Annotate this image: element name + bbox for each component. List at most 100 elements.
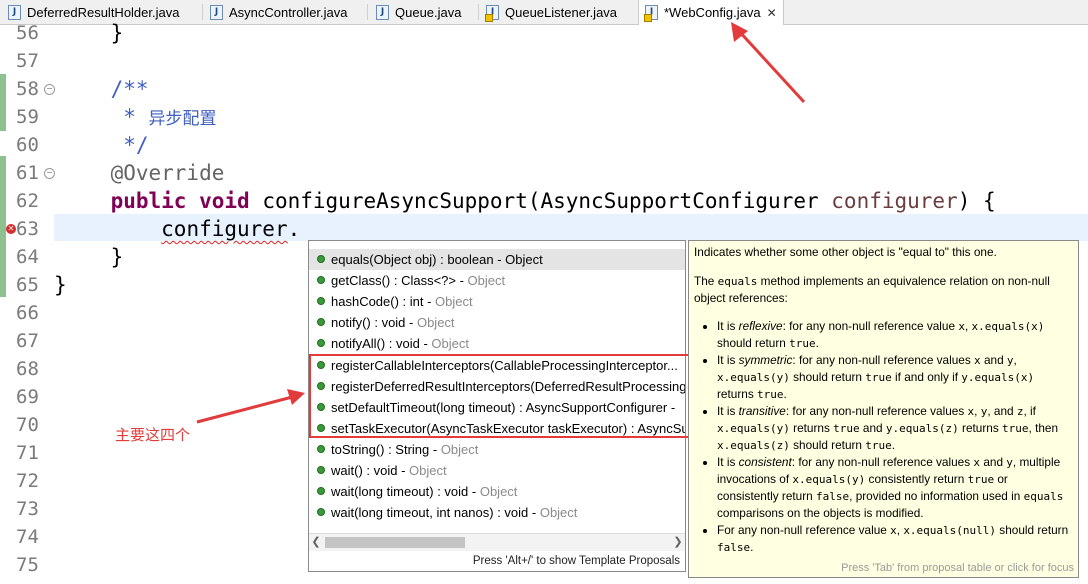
public-method-icon bbox=[317, 382, 325, 390]
comment-chinese-text: 异步配置 bbox=[148, 109, 217, 129]
fold-toggle-icon[interactable]: − bbox=[44, 168, 55, 179]
error-variable: configurer bbox=[161, 217, 288, 241]
line-number: 69 bbox=[16, 386, 39, 408]
line-number: 61 bbox=[16, 162, 39, 184]
line-number: 63 bbox=[16, 218, 39, 240]
proposal-item[interactable]: getClass() : Class<?> - Object bbox=[309, 270, 685, 291]
public-method-icon bbox=[317, 445, 325, 453]
line-number: 58 bbox=[16, 78, 39, 100]
code-line-comment[interactable]: */ bbox=[60, 131, 148, 159]
doc-focus-hint: Press 'Tab' from proposal table or click… bbox=[841, 562, 1074, 574]
doc-bullet-null: For any non-null reference value x, x.eq… bbox=[717, 522, 1071, 556]
code-line-current[interactable]: configurer. bbox=[60, 215, 300, 243]
public-method-icon bbox=[317, 424, 325, 432]
proposal-owner: Object bbox=[431, 336, 469, 351]
horizontal-scrollbar[interactable]: ❮ ❯ bbox=[309, 533, 685, 551]
line-number: 74 bbox=[16, 526, 39, 548]
arrow-head-tab bbox=[731, 22, 748, 42]
proposal-item[interactable]: toString() : String - Object bbox=[309, 439, 685, 460]
public-method-icon bbox=[317, 339, 325, 347]
line-number: 60 bbox=[16, 134, 39, 156]
line-number: 56 bbox=[16, 22, 39, 44]
proposal-label: wait() : void - bbox=[331, 463, 410, 478]
code-line-annotation[interactable]: @Override bbox=[60, 159, 225, 187]
fold-toggle-icon[interactable]: − bbox=[44, 84, 55, 95]
public-method-icon bbox=[317, 276, 325, 284]
proposal-item[interactable]: wait() : void - Object bbox=[309, 460, 685, 481]
content-assist-popup[interactable]: equals(Object obj) : boolean - Object ge… bbox=[308, 240, 686, 572]
code-line[interactable]: } bbox=[54, 271, 67, 299]
comment-star: * bbox=[60, 105, 149, 129]
tab-label: DeferredResultHolder.java bbox=[27, 4, 180, 20]
tab-label: AsyncController.java bbox=[229, 4, 348, 20]
tab-label: QueueListener.java bbox=[505, 4, 618, 20]
proposal-item[interactable]: equals(Object obj) : boolean - Object bbox=[309, 249, 685, 270]
doc-paragraph: The equals method implements an equivale… bbox=[694, 274, 1050, 305]
proposal-item[interactable]: registerDeferredResultInterceptors(Defer… bbox=[309, 376, 685, 397]
line-number: 62 bbox=[16, 190, 39, 212]
public-method-icon bbox=[317, 403, 325, 411]
proposal-owner: Object bbox=[539, 505, 578, 520]
proposal-label: wait(long timeout, int nanos) : void - bbox=[331, 505, 540, 520]
proposal-label: hashCode() : int - bbox=[331, 294, 436, 309]
proposal-item[interactable]: hashCode() : int - Object bbox=[309, 291, 685, 312]
line-number: 73 bbox=[16, 498, 39, 520]
javadoc-hover[interactable]: Indicates whether some other object is "… bbox=[688, 240, 1079, 578]
arrow-head-proposals bbox=[287, 389, 305, 405]
proposal-owner: Object bbox=[409, 463, 447, 478]
proposal-owner: Object bbox=[440, 442, 479, 457]
public-method-icon bbox=[317, 255, 325, 263]
code-line-comment[interactable]: * 异步配置 bbox=[60, 103, 217, 131]
public-method-icon bbox=[317, 297, 325, 305]
line-number: 71 bbox=[16, 442, 39, 464]
doc-properties-list: It is reflexive: for any non-null refere… bbox=[689, 318, 1071, 556]
proposal-owner: Object bbox=[467, 273, 506, 288]
tab-queue-listener[interactable]: J QueueListener.java bbox=[485, 0, 618, 24]
proposal-item[interactable]: setDefaultTimeout(long timeout) : AsyncS… bbox=[309, 397, 685, 418]
doc-summary: Indicates whether some other object is "… bbox=[694, 245, 997, 259]
java-file-warning-icon: J bbox=[644, 5, 658, 22]
scroll-right-icon[interactable]: ❯ bbox=[671, 534, 685, 551]
scroll-left-icon[interactable]: ❮ bbox=[309, 534, 323, 551]
annotation-note: 主要这四个 bbox=[115, 426, 191, 444]
tab-queue[interactable]: J Queue.java bbox=[376, 0, 462, 24]
code-line-comment[interactable]: /** bbox=[60, 75, 149, 103]
doc-bullet-symmetric: It is symmetric: for any non-null refere… bbox=[717, 352, 1071, 403]
method-declaration: configureAsyncSupport(AsyncSupportConfig… bbox=[262, 189, 832, 213]
keyword-void: void bbox=[199, 189, 250, 213]
tab-label: *WebConfig.java bbox=[664, 5, 761, 20]
tab-web-config[interactable]: J *WebConfig.java ✕ bbox=[638, 0, 784, 25]
dot-operator: . bbox=[287, 217, 301, 241]
line-number: 67 bbox=[16, 330, 39, 352]
scrollbar-thumb[interactable] bbox=[325, 537, 465, 548]
proposal-item[interactable]: wait(long timeout) : void - Object bbox=[309, 481, 685, 502]
line-number: 75 bbox=[16, 554, 39, 576]
public-method-icon bbox=[317, 508, 325, 516]
java-file-warning-icon: J bbox=[485, 4, 499, 22]
proposal-item[interactable]: notify() : void - Object bbox=[309, 312, 685, 333]
close-tab-icon[interactable]: ✕ bbox=[767, 6, 777, 20]
line-number: 68 bbox=[16, 358, 39, 380]
proposal-owner: Object bbox=[416, 315, 455, 330]
proposal-label: registerCallableInterceptors(CallablePro… bbox=[331, 358, 678, 373]
proposal-item[interactable]: registerCallableInterceptors(CallablePro… bbox=[309, 355, 685, 376]
line-number: 66 bbox=[16, 302, 39, 324]
doc-bullet-consistent: It is consistent: for any non-null refer… bbox=[717, 454, 1071, 522]
editor-tab-bar: J DeferredResultHolder.java J AsyncContr… bbox=[0, 0, 1088, 25]
code-line[interactable]: } bbox=[60, 243, 124, 271]
code-line-method-signature[interactable]: public void configureAsyncSupport(AsyncS… bbox=[60, 187, 996, 215]
proposal-item[interactable]: setTaskExecutor(AsyncTaskExecutor taskEx… bbox=[309, 418, 685, 439]
line-number: 72 bbox=[16, 470, 39, 492]
line-number: 57 bbox=[16, 50, 39, 72]
proposal-item[interactable]: wait(long timeout, int nanos) : void - O… bbox=[309, 502, 685, 523]
proposal-item[interactable]: notifyAll() : void - Object bbox=[309, 333, 685, 354]
proposal-label: notify() : void - bbox=[331, 315, 417, 330]
proposal-owner: Object bbox=[479, 484, 518, 499]
proposal-label: equals(Object obj) : boolean - Object bbox=[331, 252, 543, 267]
tab-async-controller[interactable]: J AsyncController.java bbox=[210, 0, 348, 24]
line-number: 64 bbox=[16, 246, 39, 268]
code-line[interactable]: } bbox=[60, 19, 124, 47]
java-file-icon: J bbox=[376, 4, 389, 20]
error-marker-icon[interactable]: ✕ bbox=[6, 224, 16, 234]
proposal-label: toString() : String - bbox=[331, 442, 441, 457]
